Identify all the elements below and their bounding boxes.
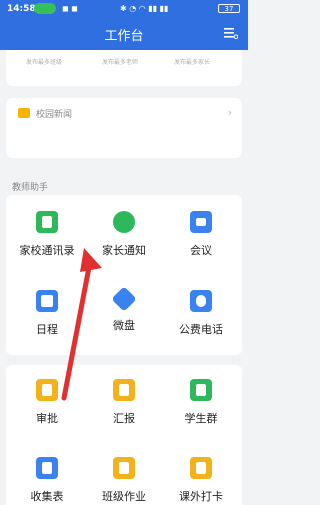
tool-item-phone[interactable]: 公费电话: [166, 290, 236, 337]
stats-card: 发布最多班级 发布最多老师 发布最多家长: [6, 50, 242, 86]
more-tools-grid: 审批 汇报 学生群 收集表 班级作业 课外打卡: [6, 365, 242, 505]
report-icon: [113, 379, 135, 401]
tool-label: 审批: [36, 412, 58, 425]
stat-label: 发布最多家长: [174, 59, 211, 66]
tool-item-schedule[interactable]: 日程: [12, 290, 82, 337]
tool-label: 会议: [190, 244, 212, 257]
tool-item-form[interactable]: 收集表: [12, 457, 82, 504]
tool-label: 课外打卡: [179, 490, 223, 503]
form-icon: [36, 457, 58, 479]
tool-label: 微盘: [113, 319, 135, 332]
signal-icons: ✱ ◔ ◠ ▮▮ ▮▮: [120, 4, 169, 13]
chat-bubble-icon: [113, 211, 135, 233]
tool-label: 学生群: [184, 412, 218, 425]
menu-settings-icon[interactable]: [224, 27, 238, 39]
chevron-right-icon: ›: [227, 106, 232, 119]
teacher-tools-grid: 家校通讯录 家长通知 会议 日程 微盘 公费电话: [6, 195, 242, 355]
stat-label: 发布最多老师: [102, 59, 139, 66]
status-time: 14:58: [7, 4, 36, 14]
tool-label: 公费电话: [179, 323, 223, 336]
tool-item-contacts[interactable]: 家校通讯录: [12, 211, 82, 258]
tool-label: 收集表: [30, 490, 64, 503]
school-news-card[interactable]: 校园新闻 ›: [6, 98, 242, 158]
news-label: 校园新闻: [36, 110, 73, 120]
tool-label: 家校通讯录: [19, 244, 75, 257]
checkin-icon: [190, 457, 212, 479]
calendar-icon: [36, 290, 58, 312]
call-indicator-icon: [34, 3, 56, 14]
tool-item-checkin[interactable]: 课外打卡: [166, 457, 236, 504]
tool-item-approval[interactable]: 审批: [12, 379, 82, 426]
tool-item-parent-notice[interactable]: 家长通知: [89, 211, 159, 258]
tool-item-homework[interactable]: 班级作业: [89, 457, 159, 504]
section-title: 教师助手: [12, 183, 49, 193]
tool-label: 家长通知: [102, 244, 146, 257]
student-group-icon: [190, 379, 212, 401]
notification-icon: ◼ ◼: [62, 4, 78, 13]
news-icon: [18, 108, 30, 118]
app-header: 工作台: [0, 18, 248, 50]
meeting-icon: [190, 211, 212, 233]
tool-item-student-group[interactable]: 学生群: [166, 379, 236, 426]
tool-item-meeting[interactable]: 会议: [166, 211, 236, 258]
battery-icon: 37: [218, 4, 240, 13]
tool-item-cloud-drive[interactable]: 微盘: [89, 286, 159, 333]
phone-icon: [190, 290, 212, 312]
status-bar: 14:58 ◼ ◼ ✱ ◔ ◠ ▮▮ ▮▮ 37: [0, 0, 248, 18]
page-title: 工作台: [104, 29, 144, 44]
tool-label: 汇报: [113, 412, 135, 425]
tool-label: 日程: [36, 323, 58, 336]
cloud-drive-icon: [111, 286, 137, 312]
contacts-icon: [36, 211, 58, 233]
stat-label: 发布最多班级: [26, 59, 63, 66]
tool-item-report[interactable]: 汇报: [89, 379, 159, 426]
approval-stamp-icon: [36, 379, 58, 401]
homework-icon: [113, 457, 135, 479]
tool-label: 班级作业: [102, 490, 146, 503]
